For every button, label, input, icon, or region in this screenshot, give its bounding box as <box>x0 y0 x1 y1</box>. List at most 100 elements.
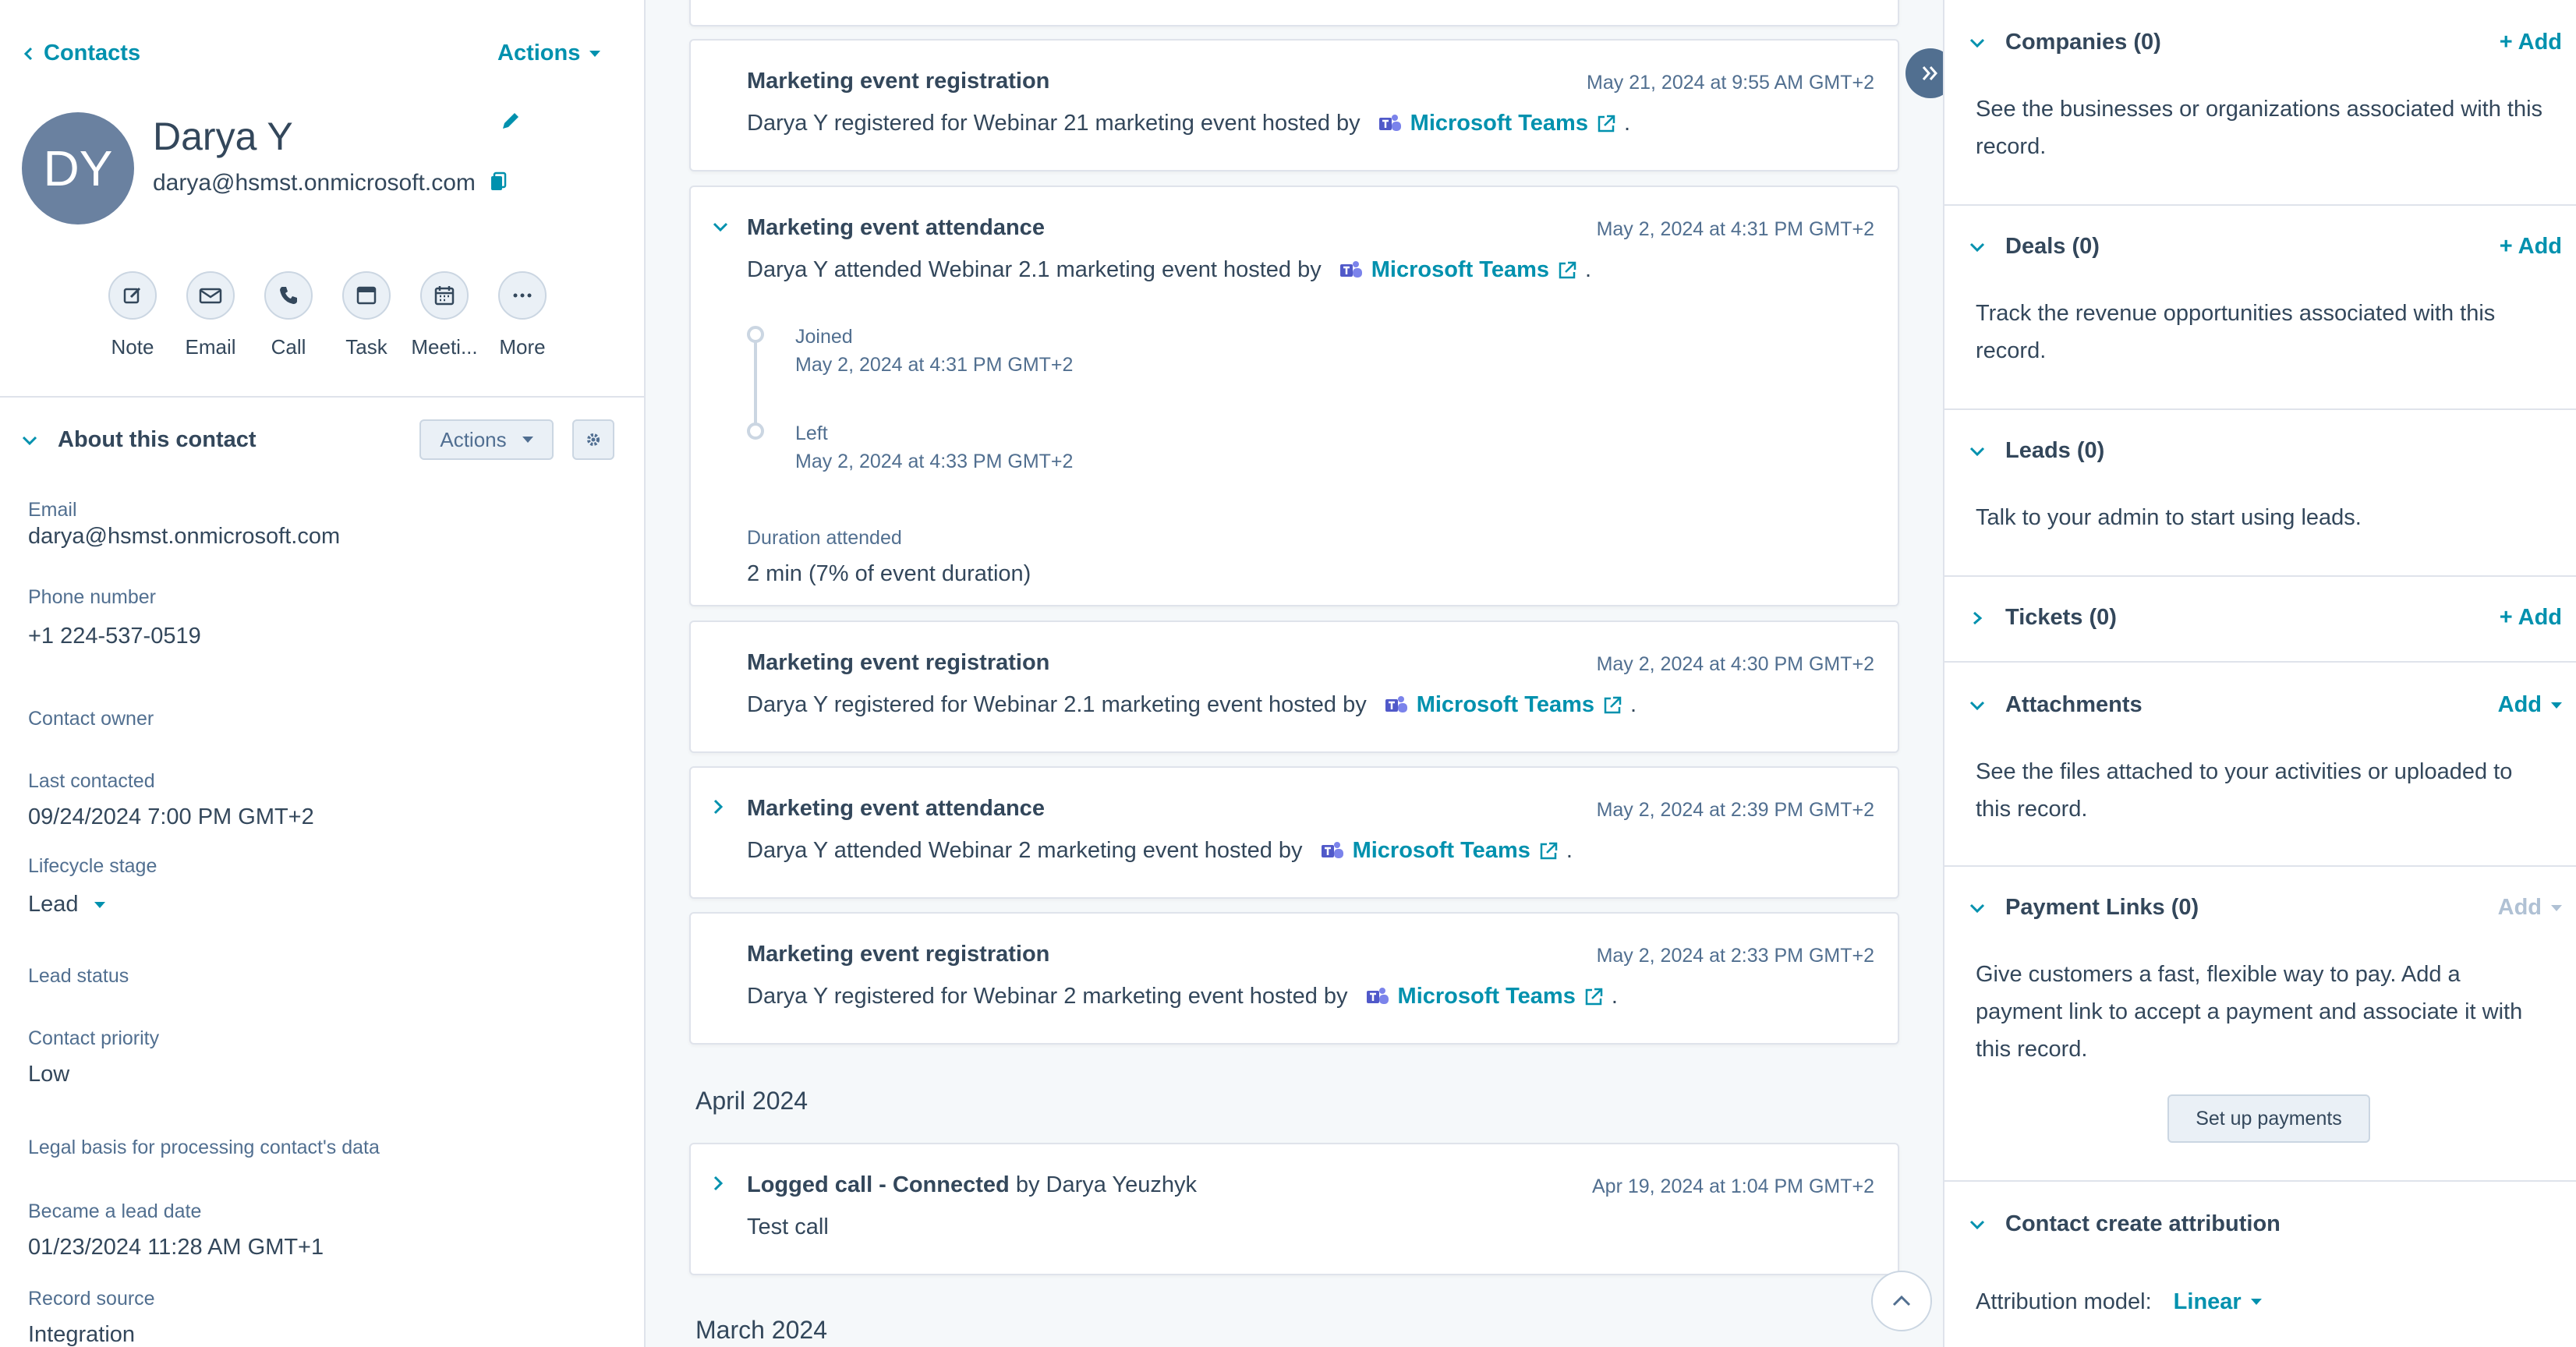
activity-timeline: Marketing event registration May 21, 202… <box>646 0 1943 1347</box>
chevron-down-icon <box>1969 700 1985 711</box>
tickets-title: Tickets (0) <box>2005 605 2117 630</box>
deals-toggle[interactable]: Deals (0) <box>1969 234 2100 260</box>
payment-links-title: Payment Links (0) <box>2005 895 2199 920</box>
note-icon <box>122 285 143 306</box>
meeting-action[interactable]: Meeti... <box>405 271 483 359</box>
card-timestamp: May 2, 2024 at 4:31 PM GMT+2 <box>1596 218 1874 240</box>
teams-logo-icon <box>1378 113 1403 135</box>
email-property-value[interactable]: darya@hsmst.onmicrosoft.com <box>28 524 340 550</box>
attachments-toggle[interactable]: Attachments <box>1969 692 2143 718</box>
add-attachment-dropdown[interactable]: Add <box>2498 692 2562 718</box>
task-icon <box>356 285 377 306</box>
microsoft-teams-link[interactable]: Microsoft Teams <box>1339 257 1577 283</box>
timeline-card[interactable]: Marketing event registration May 21, 202… <box>689 39 1899 171</box>
email-action[interactable]: Email <box>172 271 249 359</box>
expand-chevron-icon[interactable] <box>713 799 724 818</box>
companies-toggle[interactable]: Companies (0) <box>1969 30 2161 55</box>
collapse-chevron-icon[interactable] <box>713 221 728 236</box>
attribution-toggle[interactable]: Contact create attribution <box>1969 1211 2281 1237</box>
record-source-value: Integration <box>28 1322 136 1347</box>
task-label: Task <box>345 335 387 359</box>
scroll-to-top-button[interactable] <box>1871 1271 1932 1331</box>
divider <box>0 396 644 398</box>
tickets-section: Tickets (0) + Add <box>1944 577 2576 663</box>
lead-status-label[interactable]: Lead status <box>28 965 129 988</box>
contact-priority-value[interactable]: Low <box>28 1062 69 1087</box>
legal-basis-label[interactable]: Legal basis for processing contact's dat… <box>28 1137 380 1159</box>
contact-name: Darya Y <box>153 115 293 158</box>
more-action[interactable]: More <box>483 271 561 359</box>
add-payment-link-dropdown[interactable]: Add <box>2498 895 2562 921</box>
add-deal-button[interactable]: + Add <box>2500 234 2562 260</box>
teams-link-label: Microsoft Teams <box>1416 692 1595 717</box>
deals-section: Deals (0) + Add Track the revenue opport… <box>1944 206 2576 410</box>
card-title: Marketing event registration <box>747 942 1050 967</box>
add-company-button[interactable]: + Add <box>2500 30 2562 55</box>
card-timestamp: May 21, 2024 at 9:55 AM GMT+2 <box>1587 72 1874 94</box>
card-body: Darya Y registered for Webinar 2.1 marke… <box>747 692 1637 718</box>
task-action[interactable]: Task <box>327 271 405 359</box>
expand-chevron-icon[interactable] <box>713 1176 724 1195</box>
leads-description: Talk to your admin to start using leads. <box>1976 505 2362 530</box>
teams-link-label: Microsoft Teams <box>1397 984 1576 1009</box>
teams-logo-icon <box>1339 260 1364 281</box>
about-section-title: About this contact <box>58 427 257 452</box>
timeline-card[interactable]: Marketing event registration May 2, 2024… <box>689 912 1899 1045</box>
timeline-dot <box>747 326 764 343</box>
association-sidebar: Companies (0) + Add See the businesses o… <box>1943 0 2576 1347</box>
more-label: More <box>499 335 546 359</box>
caret-down-icon <box>2551 702 2562 709</box>
about-actions-button[interactable]: Actions <box>419 419 554 460</box>
caret-down-icon <box>2250 1299 2262 1305</box>
contact-sidebar: Contacts Actions DY Darya Y darya@hsmst.… <box>0 0 646 1347</box>
phone-property-value[interactable]: +1 224-537-0519 <box>28 624 201 649</box>
payment-links-toggle[interactable]: Payment Links (0) <box>1969 895 2199 921</box>
card-timestamp: Apr 19, 2024 at 1:04 PM GMT+2 <box>1592 1176 1874 1197</box>
duration-label: Duration attended <box>747 527 902 549</box>
timeline-card[interactable]: Logged call - Connected by Darya Yeuzhyk… <box>689 1143 1899 1275</box>
email-property-label: Email <box>28 499 77 521</box>
timeline-dot <box>747 422 764 440</box>
timeline-card <box>689 0 1899 27</box>
lifecycle-stage-select[interactable]: Lead <box>28 892 105 917</box>
property-settings-button[interactable] <box>572 419 614 460</box>
timeline-card[interactable]: Marketing event registration May 2, 2024… <box>689 620 1899 753</box>
period: . <box>1566 838 1573 863</box>
add-ticket-button[interactable]: + Add <box>2500 605 2562 631</box>
card-timestamp: May 2, 2024 at 4:30 PM GMT+2 <box>1596 653 1874 675</box>
caret-down-icon <box>589 50 601 57</box>
leads-toggle[interactable]: Leads (0) <box>1969 438 2104 464</box>
edit-pencil-icon[interactable] <box>499 109 522 136</box>
companies-title: Companies (0) <box>2005 30 2161 55</box>
microsoft-teams-link[interactable]: Microsoft Teams <box>1320 838 1559 864</box>
month-heading: March 2024 <box>695 1316 827 1344</box>
record-actions-dropdown[interactable]: Actions <box>497 41 601 66</box>
card-body: Darya Y registered for Webinar 2 marketi… <box>747 984 1618 1009</box>
tickets-toggle[interactable]: Tickets (0) <box>1969 605 2117 631</box>
set-up-payments-button[interactable]: Set up payments <box>2167 1094 2370 1143</box>
owner-property-label[interactable]: Contact owner <box>28 708 154 730</box>
copy-icon[interactable] <box>488 171 508 197</box>
lead-date-value[interactable]: 01/23/2024 11:28 AM GMT+1 <box>28 1235 324 1260</box>
microsoft-teams-link[interactable]: Microsoft Teams <box>1378 111 1616 136</box>
attribution-model-select[interactable]: Linear <box>2174 1283 2262 1320</box>
deals-title: Deals (0) <box>2005 234 2100 259</box>
leads-title: Leads (0) <box>2005 438 2105 463</box>
teams-link-label: Microsoft Teams <box>1371 257 1550 282</box>
double-chevron-right-icon <box>1920 65 1941 82</box>
period: . <box>1630 692 1637 717</box>
timeline-card[interactable]: Marketing event attendance May 2, 2024 a… <box>689 186 1899 606</box>
last-contacted-value: 09/24/2024 7:00 PM GMT+2 <box>28 804 314 829</box>
microsoft-teams-link[interactable]: Microsoft Teams <box>1384 692 1622 718</box>
call-action[interactable]: Call <box>249 271 327 359</box>
timeline-card[interactable]: Marketing event attendance May 2, 2024 a… <box>689 766 1899 899</box>
phone-property-label: Phone number <box>28 586 157 608</box>
note-action[interactable]: Note <box>94 271 172 359</box>
microsoft-teams-link[interactable]: Microsoft Teams <box>1365 984 1604 1009</box>
back-to-contacts-link[interactable]: Contacts <box>23 41 140 66</box>
caret-down-icon <box>2551 904 2562 911</box>
month-heading: April 2024 <box>695 1087 809 1115</box>
contact-priority-label: Contact priority <box>28 1027 160 1049</box>
actions-label: Actions <box>497 41 581 65</box>
about-section-toggle[interactable]: About this contact <box>22 427 257 453</box>
